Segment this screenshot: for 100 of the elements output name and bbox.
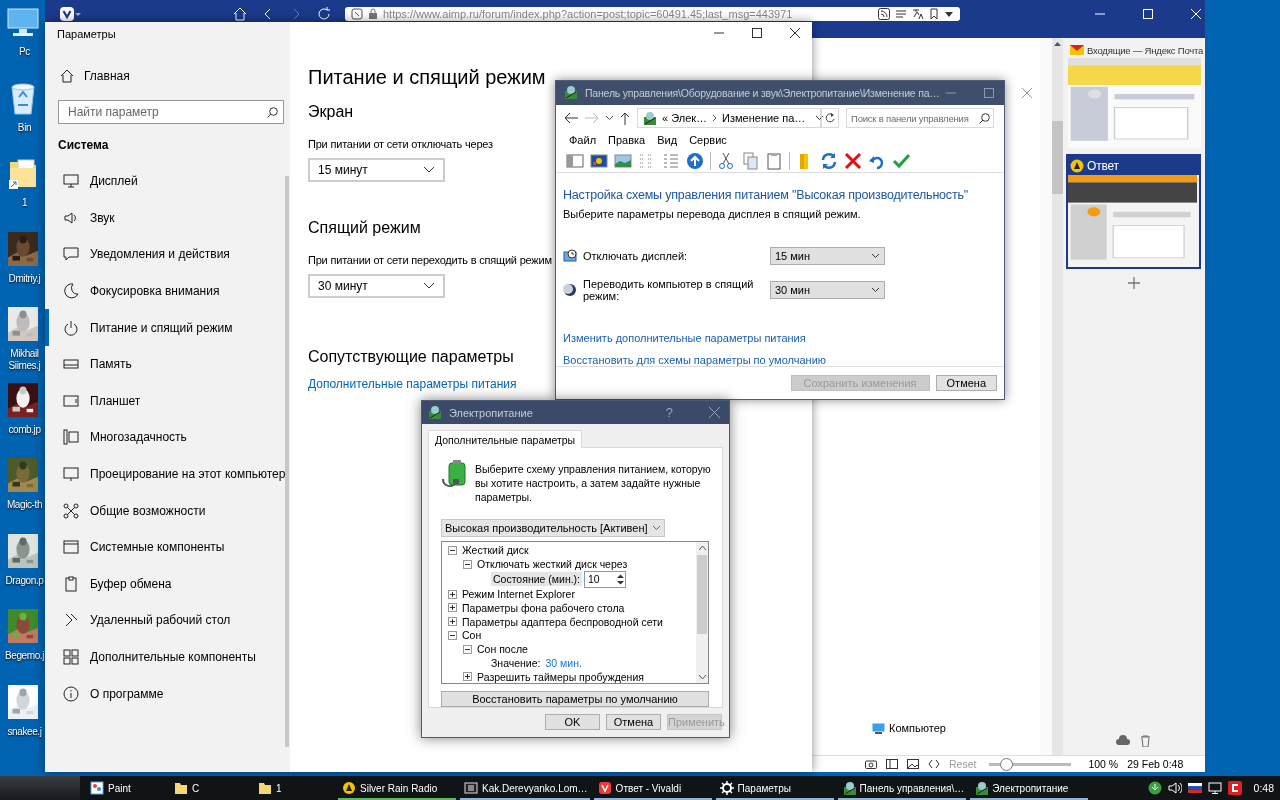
tree-item[interactable]: Сон после xyxy=(477,643,528,656)
camera-icon[interactable] xyxy=(865,759,877,769)
nav-item[interactable]: Удаленный рабочий стол xyxy=(45,602,286,639)
panel-icon[interactable] xyxy=(886,759,898,769)
icon-label[interactable]: Mikhail Siimes.j xyxy=(4,348,45,372)
scrollbar[interactable] xyxy=(285,176,289,747)
back-icon[interactable] xyxy=(564,112,578,124)
code-icon[interactable] xyxy=(928,759,940,769)
bookmark-icon[interactable] xyxy=(929,8,939,20)
taskbar-button[interactable]: C xyxy=(170,776,254,800)
minus-box-icon[interactable] xyxy=(448,630,457,640)
button[interactable]: Отмена xyxy=(935,375,997,391)
taskbar-button[interactable]: Ответ - Vivaldi xyxy=(593,776,716,800)
taskbar-button[interactable]: Kak.Derevyanko.Lom… xyxy=(460,776,594,800)
trash-icon[interactable] xyxy=(1140,735,1151,747)
taskbar-button[interactable]: Silver Rain Radio xyxy=(338,776,460,800)
list-icon[interactable] xyxy=(895,8,907,20)
dropdown[interactable]: Высокая производительность [Активен] xyxy=(441,519,665,537)
clipboard-icon[interactable] xyxy=(765,152,783,171)
refresh-icon[interactable] xyxy=(820,152,838,171)
taskbar-button[interactable]: Параметры xyxy=(715,776,838,800)
nav-item[interactable]: Проецирование на этот компьютер xyxy=(45,455,286,493)
app-icon[interactable] xyxy=(1227,781,1242,795)
dropdown[interactable]: 15 мин xyxy=(770,247,885,265)
reload-icon[interactable] xyxy=(317,7,331,21)
address-field[interactable]: « Элек… Изменение па… xyxy=(637,108,821,128)
help-button[interactable]: ? xyxy=(665,405,673,420)
logo-icon[interactable] xyxy=(60,7,74,21)
update-icon[interactable] xyxy=(1147,781,1162,795)
home-icon[interactable] xyxy=(233,7,247,21)
nav-item[interactable]: Память xyxy=(45,345,286,383)
slider-thumb[interactable] xyxy=(999,757,1013,771)
delete-icon[interactable] xyxy=(844,152,862,171)
scrollbar-thumb[interactable] xyxy=(1052,121,1063,194)
plus-icon[interactable] xyxy=(1127,277,1140,289)
breadcrumb-item[interactable]: « Элек… xyxy=(662,112,708,124)
tree-item[interactable]: Разрешить таймеры пробуждения xyxy=(477,670,644,683)
close-icon[interactable] xyxy=(790,28,800,38)
nav-item[interactable]: Системные компоненты xyxy=(45,528,286,566)
tree-item[interactable]: Жесткий диск xyxy=(462,544,529,557)
icon-label[interactable]: Bin xyxy=(4,121,45,134)
nav-item[interactable]: О программе xyxy=(45,675,286,712)
number-field[interactable]: 10 xyxy=(584,570,627,588)
rss-icon[interactable] xyxy=(878,8,890,20)
scroll-down-icon[interactable] xyxy=(698,675,706,681)
address-field[interactable]: https://www.aimp.ru/forum/index.php?action=post;topic=60491.45;last_msg=443971 xyxy=(345,7,960,21)
nav-item[interactable]: Многозадачность xyxy=(45,419,286,456)
icon-label[interactable]: snakee.j xyxy=(4,725,45,738)
photo-icon[interactable] xyxy=(590,152,608,171)
taskbar-button[interactable]: Панель управления\… xyxy=(837,776,971,800)
menu-item[interactable]: Правка xyxy=(608,134,646,148)
nav-item[interactable]: Фокусировка внимания xyxy=(45,272,286,310)
refresh-button[interactable] xyxy=(821,108,839,128)
nav-item[interactable]: Общие возможности xyxy=(45,492,286,529)
tree-item[interactable]: Параметры адаптера беспроводной сети xyxy=(462,615,663,628)
scrollbar-thumb[interactable] xyxy=(697,554,707,634)
icon-label[interactable]: comb.jp xyxy=(4,423,45,436)
lock-icon[interactable] xyxy=(368,8,378,20)
scroll-up-icon[interactable] xyxy=(1054,41,1061,46)
breadcrumb-item[interactable]: Изменение па… xyxy=(722,112,806,124)
taskbar-button[interactable]: 1 xyxy=(254,776,338,800)
nav-item[interactable]: Уведомления и действия xyxy=(45,236,286,273)
icon-label[interactable]: 1 xyxy=(4,197,45,209)
tab-preview[interactable]: Входящие — Яндекс Почта xyxy=(1066,40,1201,150)
scroll-up-icon[interactable] xyxy=(698,544,706,550)
taskbar-button[interactable]: Paint xyxy=(86,776,170,800)
tree-item[interactable]: Параметры фона рабочего стола xyxy=(462,601,625,614)
button[interactable]: OK xyxy=(545,714,600,730)
nav-item[interactable]: Дополнительные компоненты xyxy=(45,638,286,676)
plus-box-icon[interactable] xyxy=(448,603,457,613)
plus-box-icon[interactable] xyxy=(463,672,472,682)
nav-item[interactable]: Дисплей xyxy=(45,163,286,200)
tab[interactable]: Дополнительные параметры xyxy=(428,430,583,448)
translate-icon[interactable] xyxy=(912,8,924,20)
link[interactable]: Восстановить для схемы параметры по умолчанию xyxy=(563,354,827,366)
icon-label[interactable]: Dragon.p xyxy=(4,574,45,587)
menu-item[interactable]: Файл xyxy=(569,134,597,148)
search-field[interactable]: Найти параметр xyxy=(58,100,284,124)
maximize-icon[interactable] xyxy=(752,28,762,38)
nav-item[interactable]: Звук xyxy=(45,199,286,237)
upload-icon[interactable] xyxy=(686,152,704,171)
spinner-icon[interactable] xyxy=(616,572,626,586)
dropdown[interactable]: 30 мин xyxy=(770,281,885,299)
dropdown[interactable]: 15 минут xyxy=(308,158,445,182)
caret-icon[interactable] xyxy=(815,115,825,121)
badge-icon[interactable] xyxy=(351,8,363,20)
minus-box-icon[interactable] xyxy=(463,559,472,569)
nav-item[interactable]: Планшет xyxy=(45,382,286,420)
flag-icon[interactable] xyxy=(1187,783,1202,793)
button[interactable]: Восстановить параметры по умолчанию xyxy=(441,691,709,707)
up-icon[interactable] xyxy=(620,111,630,125)
icon-label[interactable]: Begemo.j xyxy=(4,650,45,662)
tab-preview[interactable]: Ответ xyxy=(1066,154,1201,269)
network-icon[interactable] xyxy=(1207,782,1222,794)
button[interactable]: Отмена xyxy=(606,714,661,730)
nav-item[interactable]: Буфер обмена xyxy=(45,565,286,603)
minus-box-icon[interactable] xyxy=(448,545,457,555)
tree-item[interactable]: Отключать жесткий диск через xyxy=(477,558,628,571)
caret-icon[interactable] xyxy=(606,115,613,121)
speaker-icon[interactable] xyxy=(1167,781,1182,795)
